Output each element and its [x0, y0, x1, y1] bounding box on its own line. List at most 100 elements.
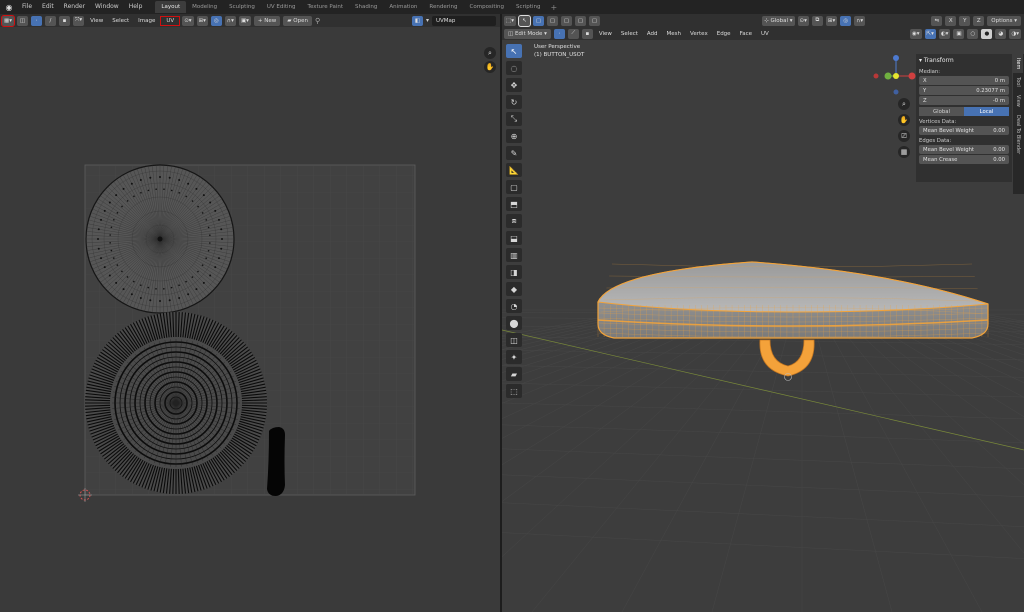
options-button[interactable]: Options ▾	[987, 15, 1021, 26]
tab-item[interactable]: Item	[1013, 54, 1023, 74]
knife-tool-icon[interactable]: ◨	[506, 265, 522, 279]
button-mesh[interactable]	[597, 261, 989, 381]
mode-extend-icon[interactable]: ▢	[546, 15, 558, 26]
pivot-point-icon[interactable]: ⊙▾	[797, 15, 809, 26]
blender-logo-icon[interactable]: ◉	[3, 1, 15, 13]
median-z-field[interactable]: Z -0 m	[919, 96, 1009, 105]
move-tool-icon[interactable]: ✥	[506, 78, 522, 92]
mode-subtract-icon[interactable]: ▢	[560, 15, 572, 26]
axis-z-toggle[interactable]: Z	[973, 15, 985, 26]
face-select-icon[interactable]: ▪	[58, 15, 70, 26]
snap-toggle-icon[interactable]: ⧉	[811, 15, 823, 26]
uv-canvas[interactable]: ⌕ ✋	[0, 27, 500, 612]
proportional-falloff-icon[interactable]: ∩▾	[854, 15, 866, 26]
transform-tool-icon[interactable]: ⊕	[506, 129, 522, 143]
edge-slide-tool-icon[interactable]: ◫	[506, 333, 522, 347]
shading-wire-icon[interactable]: ○	[967, 28, 979, 39]
navigation-gizmo[interactable]	[872, 52, 922, 98]
uvmap-icon[interactable]: ◧	[411, 15, 423, 26]
edge-bevel-weight-field[interactable]: Mean Bevel Weight 0.00	[919, 145, 1009, 154]
editor-type-icon[interactable]: ▦▾	[1, 14, 15, 27]
shading-solid-icon[interactable]: ●	[981, 28, 993, 39]
3d-viewport[interactable]: User Perspective (1) BUTTON_USOT ↖ ◌ ✥ ↻…	[502, 40, 1024, 612]
menu-uv[interactable]: UV	[160, 15, 181, 26]
zoom-icon[interactable]: ⌕	[484, 47, 496, 59]
menu-add[interactable]: Add	[644, 31, 661, 37]
inset-tool-icon[interactable]: ⧈	[506, 214, 522, 228]
add-cube-tool-icon[interactable]: ▢	[506, 180, 522, 194]
vertex-mode-icon[interactable]: ⋅	[553, 28, 565, 39]
tab-addon[interactable]: Deal To Blender	[1013, 111, 1023, 158]
display-icon[interactable]: ▣▾	[238, 15, 251, 26]
menu-select[interactable]: Select	[109, 18, 132, 24]
camera-view-icon[interactable]: ⎚	[898, 130, 910, 142]
axis-y-toggle[interactable]: Y	[959, 15, 971, 26]
tab-rendering[interactable]: Rendering	[423, 1, 463, 13]
local-toggle[interactable]: Local	[964, 107, 1009, 116]
shear-tool-icon[interactable]: ▰	[506, 367, 522, 381]
xray-icon[interactable]: ▣	[953, 28, 965, 39]
snap-icon[interactable]: ⊞▾	[196, 15, 208, 26]
menu-vertex[interactable]: Vertex	[687, 31, 711, 37]
edge-mode-icon[interactable]: ⟋	[567, 28, 579, 39]
mean-crease-field[interactable]: Mean Crease 0.00	[919, 155, 1009, 164]
pin-icon[interactable]: ⚲	[315, 17, 320, 25]
measure-tool-icon[interactable]: 📐	[506, 163, 522, 177]
menu-image[interactable]: Image	[135, 18, 158, 24]
menu-file[interactable]: File	[17, 0, 37, 14]
select-box-icon[interactable]: ↖	[517, 14, 531, 27]
median-y-field[interactable]: Y 0.23077 m	[919, 86, 1009, 95]
shading-material-icon[interactable]: ◕	[995, 28, 1007, 39]
rotate-tool-icon[interactable]: ↻	[506, 95, 522, 109]
ortho-toggle-icon[interactable]: ▦	[898, 146, 910, 158]
shrink-tool-icon[interactable]: ✦	[506, 350, 522, 364]
visibility-icon[interactable]: ◉▾	[909, 28, 922, 39]
edge-select-icon[interactable]: /	[44, 15, 56, 26]
tab-layout[interactable]: Layout	[155, 1, 187, 13]
cursor-tool-icon[interactable]: ◌	[506, 61, 522, 75]
viewport-zoom-icon[interactable]: ⌕	[898, 98, 910, 110]
sticky-mode-icon[interactable]: ⤧▾	[72, 15, 85, 26]
loop-cut-tool-icon[interactable]: ▥	[506, 248, 522, 262]
menu-view[interactable]: View	[87, 18, 106, 24]
add-workspace-button[interactable]: +	[546, 3, 561, 12]
tab-sculpting[interactable]: Sculpting	[223, 1, 261, 13]
face-mode-icon[interactable]: ▪	[581, 28, 593, 39]
overlay-icon[interactable]: ◐▾	[938, 28, 951, 39]
menu-edit[interactable]: Edit	[37, 0, 59, 14]
tab-animation[interactable]: Animation	[383, 1, 423, 13]
smooth-tool-icon[interactable]: ⬤	[506, 316, 522, 330]
tab-shading[interactable]: Shading	[349, 1, 383, 13]
mirror-icon[interactable]: ⇋	[931, 15, 943, 26]
scale-tool-icon[interactable]: ⤡	[506, 112, 522, 126]
extrude-tool-icon[interactable]: ⬒	[506, 197, 522, 211]
global-toggle[interactable]: Global	[919, 107, 964, 116]
annotate-tool-icon[interactable]: ✎	[506, 146, 522, 160]
viewport-pan-icon[interactable]: ✋	[898, 114, 910, 126]
rip-tool-icon[interactable]: ⬚	[506, 384, 522, 398]
tab-compositing[interactable]: Compositing	[464, 1, 510, 13]
menu-render[interactable]: Render	[59, 0, 90, 14]
menu-help[interactable]: Help	[124, 0, 148, 14]
tab-uv-editing[interactable]: UV Editing	[261, 1, 302, 13]
poly-build-tool-icon[interactable]: ◆	[506, 282, 522, 296]
uvmap-dropdown-icon[interactable]: ▾	[426, 17, 429, 24]
tab-scripting[interactable]: Scripting	[510, 1, 546, 13]
transform-panel-title[interactable]: ▾ Transform	[919, 56, 1009, 66]
menu-face[interactable]: Face	[737, 31, 755, 37]
new-image-button[interactable]: + New	[253, 15, 281, 26]
pan-hand-icon[interactable]: ✋	[484, 61, 496, 73]
mode-dropdown[interactable]: ◫ Edit Mode ▾	[504, 28, 551, 39]
tab-view[interactable]: View	[1013, 91, 1023, 111]
uvmap-field[interactable]: UVMap	[432, 15, 496, 26]
median-x-field[interactable]: X 0 m	[919, 76, 1009, 85]
gizmo-icon[interactable]: ⇱▾	[924, 28, 936, 39]
uv-select-mode-icon[interactable]: ◫	[16, 15, 28, 26]
orientation-dropdown[interactable]: ⊹ Global ▾	[762, 15, 795, 26]
shading-rendered-icon[interactable]: ◑▾	[1009, 28, 1021, 39]
menu-mesh[interactable]: Mesh	[664, 31, 684, 37]
tab-texture-paint[interactable]: Texture Paint	[302, 1, 350, 13]
tab-modeling[interactable]: Modeling	[186, 1, 223, 13]
tab-tool[interactable]: Tool	[1013, 73, 1023, 91]
snap-target-icon[interactable]: ⊞▾	[825, 15, 838, 26]
